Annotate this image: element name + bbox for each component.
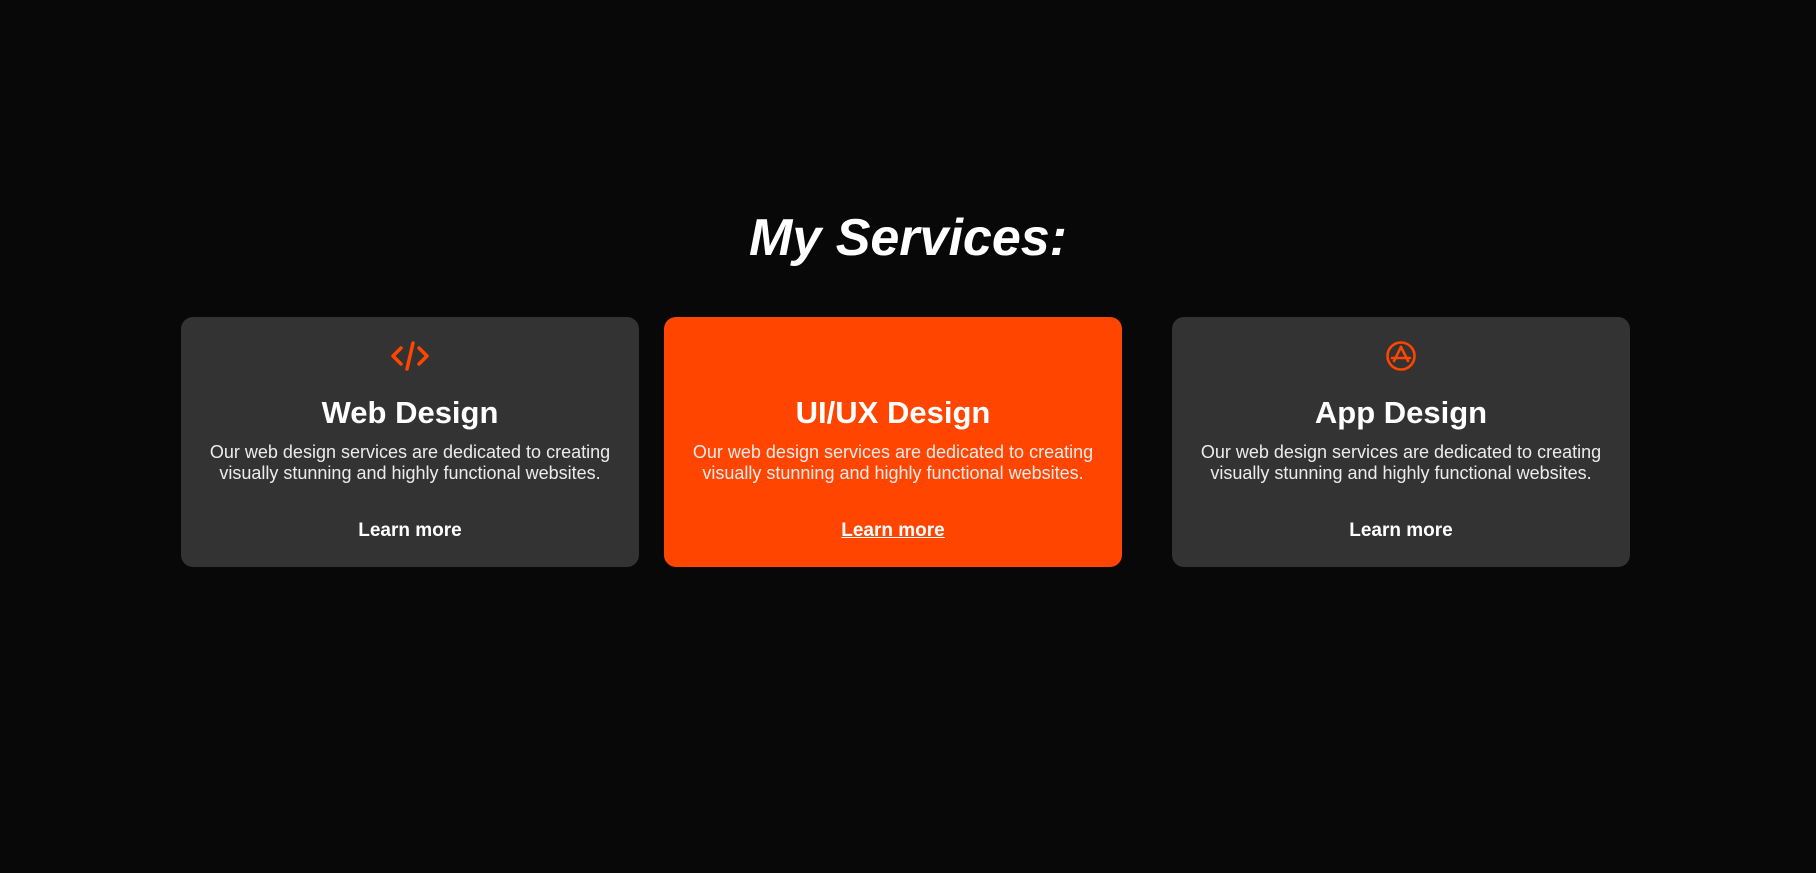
- services-section: My Services: Web Design Our web design s…: [0, 0, 1816, 873]
- card-title: App Design: [1314, 395, 1488, 430]
- service-card-web-design: Web Design Our web design services are d…: [181, 317, 639, 567]
- app-store-icon: [1172, 339, 1630, 373]
- card-description: Our web design services are dedicated to…: [1200, 442, 1602, 483]
- card-description: Our web design services are dedicated to…: [692, 442, 1094, 483]
- code-icon: [181, 339, 639, 373]
- learn-more-link[interactable]: Learn more: [664, 519, 1122, 543]
- card-description: Our web design services are dedicated to…: [209, 442, 611, 483]
- service-card-app-design: App Design Our web design services are d…: [1172, 317, 1630, 567]
- learn-more-link[interactable]: Learn more: [1172, 519, 1630, 543]
- section-title: My Services:: [749, 209, 1067, 267]
- card-title: Web Design: [321, 395, 499, 430]
- learn-more-link[interactable]: Learn more: [181, 519, 639, 543]
- card-title: UI/UX Design: [795, 395, 991, 430]
- service-card-ui-ux-design: UI/UX Design Our web design services are…: [664, 317, 1122, 567]
